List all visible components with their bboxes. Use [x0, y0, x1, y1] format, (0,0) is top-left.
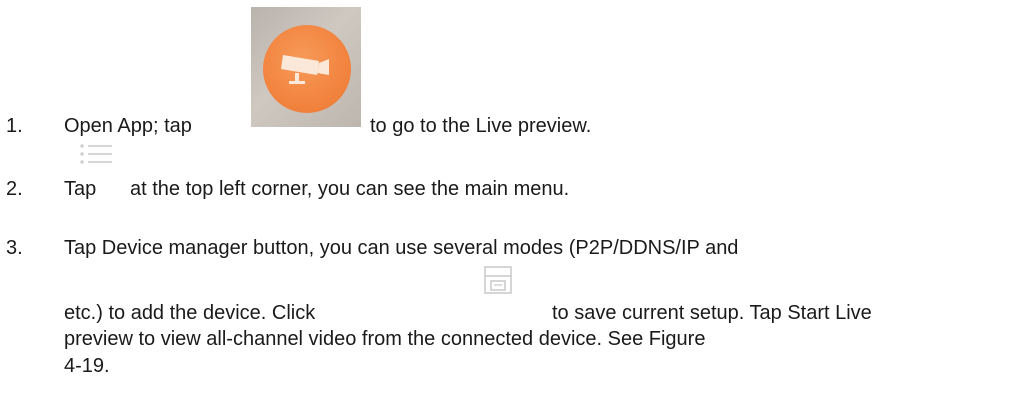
step-1-text-before: Open App; tap [64, 115, 192, 137]
camera-app-icon [251, 7, 361, 127]
step-3-line-2-before: etc.) to add the device. Click [64, 302, 316, 324]
step-3-line-1: Tap Device manager button, you can use s… [64, 237, 739, 259]
step-2-text-after: at the top left corner, you can see the … [130, 178, 570, 200]
step-1-text-after: to go to the Live preview. [370, 115, 592, 137]
step-2-text-before: Tap [64, 178, 97, 200]
step-3-line-2-after: to save current setup. Tap Start Live [552, 302, 872, 324]
step-2-number: 2. [6, 178, 23, 200]
step-3-line-4: 4-19. [64, 355, 110, 377]
save-floppy-icon [484, 266, 512, 294]
step-1-number: 1. [6, 115, 23, 137]
list-menu-icon [80, 144, 112, 164]
step-3-number: 3. [6, 237, 23, 259]
step-3-line-3: preview to view all-channel video from t… [64, 328, 706, 350]
